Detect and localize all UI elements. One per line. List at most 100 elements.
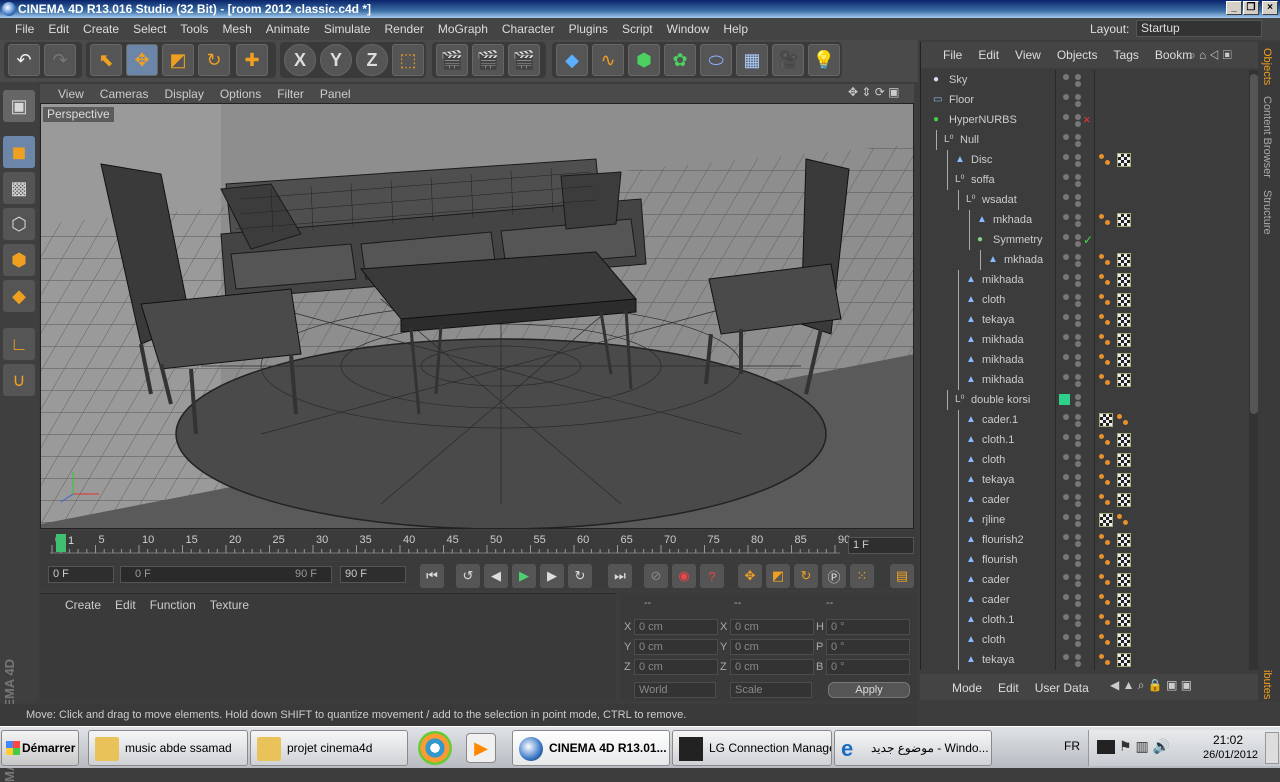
- editor-visibility-dot[interactable]: [1063, 214, 1069, 220]
- editor-visibility-dot[interactable]: [1063, 454, 1069, 460]
- object-name[interactable]: Disc: [971, 150, 992, 170]
- model-mode-icon[interactable]: ◼: [3, 136, 35, 168]
- texture-tag-icon[interactable]: [1117, 313, 1131, 327]
- object-name[interactable]: cloth.1: [982, 610, 1014, 630]
- object-row[interactable]: ▲ cloth.1: [921, 430, 1249, 450]
- coord-value-field[interactable]: 0 °: [826, 659, 910, 675]
- editor-visibility-dot[interactable]: [1063, 274, 1069, 280]
- render-visibility-dot[interactable]: [1075, 94, 1081, 100]
- render-visibility-dot[interactable]: [1075, 161, 1081, 167]
- render-visibility-dot[interactable]: [1075, 501, 1081, 507]
- render-settings-icon[interactable]: 🎬: [508, 44, 540, 76]
- object-manager-search-icon[interactable]: ⌕ ⌂ ◁ ▣: [1189, 48, 1232, 63]
- render-visibility-dot[interactable]: [1075, 461, 1081, 467]
- material-menu-edit[interactable]: Edit: [108, 596, 143, 614]
- texture-tag-icon[interactable]: [1117, 153, 1131, 167]
- viewport-menu-view[interactable]: View: [50, 87, 92, 101]
- object-row[interactable]: L⁰ soffa: [921, 170, 1249, 190]
- object-name[interactable]: tekaya: [982, 470, 1014, 490]
- render-picture-viewer-icon[interactable]: 🎬: [472, 44, 504, 76]
- render-visibility-dot[interactable]: [1075, 601, 1081, 607]
- render-visibility-dot[interactable]: [1075, 481, 1081, 487]
- cube-icon[interactable]: ◆: [556, 44, 588, 76]
- coord-value-field[interactable]: 0 cm: [634, 659, 718, 675]
- object-row[interactable]: ▲ cloth: [921, 450, 1249, 470]
- object-menu-file[interactable]: File: [935, 48, 970, 62]
- texture-tag-icon[interactable]: [1117, 373, 1131, 387]
- make-editable-icon[interactable]: ▣: [3, 90, 35, 122]
- object-name[interactable]: tekaya: [982, 310, 1014, 330]
- object-name[interactable]: cloth: [982, 450, 1005, 470]
- editor-visibility-dot[interactable]: [1063, 654, 1069, 660]
- array-icon[interactable]: ✿: [664, 44, 696, 76]
- render-visibility-dot[interactable]: [1075, 614, 1081, 620]
- task-browser-window[interactable]: e موضوع جديد - Windo...: [834, 730, 992, 766]
- render-visibility-dot[interactable]: [1075, 214, 1081, 220]
- maximize-button[interactable]: ❐: [1243, 1, 1259, 15]
- editor-visibility-dot[interactable]: [1063, 414, 1069, 420]
- phong-tag-icon[interactable]: [1099, 534, 1111, 546]
- tab-content-browser[interactable]: Content Browser: [1261, 96, 1273, 178]
- render-view-icon[interactable]: 🎬: [436, 44, 468, 76]
- render-visibility-dot[interactable]: [1075, 141, 1081, 147]
- task-projet-folder[interactable]: projet cinema4d: [250, 730, 408, 766]
- render-visibility-dot[interactable]: [1075, 414, 1081, 420]
- go-to-end-icon[interactable]: ⏭: [608, 564, 632, 588]
- render-visibility-dot[interactable]: [1075, 261, 1081, 267]
- timeline-icon[interactable]: ▤: [890, 564, 914, 588]
- menu-select[interactable]: Select: [126, 18, 173, 40]
- editor-visibility-dot[interactable]: [1063, 174, 1069, 180]
- render-visibility-dot[interactable]: [1075, 234, 1081, 240]
- phong-tag-icon[interactable]: [1099, 374, 1111, 386]
- texture-tag-icon[interactable]: [1117, 593, 1131, 607]
- coord-value-field[interactable]: 0 °: [826, 619, 910, 635]
- texture-tag-icon[interactable]: [1117, 433, 1131, 447]
- coord-value-field[interactable]: 0 cm: [730, 659, 814, 675]
- scale-icon[interactable]: ◩: [162, 44, 194, 76]
- next-key-icon[interactable]: ↻: [568, 564, 592, 588]
- render-visibility-dot[interactable]: [1075, 394, 1081, 400]
- autokey-icon[interactable]: ?: [700, 564, 724, 588]
- editor-visibility-dot[interactable]: [1063, 534, 1069, 540]
- viewport-menu-filter[interactable]: Filter: [269, 87, 312, 101]
- phong-tag-icon[interactable]: [1099, 594, 1111, 606]
- render-visibility-dot[interactable]: [1075, 134, 1081, 140]
- phong-tag-icon[interactable]: [1117, 514, 1129, 526]
- key-rotation-icon[interactable]: ↻: [794, 564, 818, 588]
- editor-visibility-dot[interactable]: [1063, 614, 1069, 620]
- attributes-menu-mode[interactable]: Mode: [944, 681, 990, 695]
- task-music-folder[interactable]: music abde ssamad: [88, 730, 248, 766]
- menu-simulate[interactable]: Simulate: [317, 18, 378, 40]
- phong-tag-icon[interactable]: [1099, 654, 1111, 666]
- coordinate-system-icon[interactable]: ⬚: [392, 44, 424, 76]
- snap-icon[interactable]: ∪: [3, 364, 35, 396]
- object-name[interactable]: flourish2: [982, 530, 1024, 550]
- texture-tag-icon[interactable]: [1117, 493, 1131, 507]
- coord-value-field[interactable]: 0 cm: [634, 619, 718, 635]
- attributes-menu-user-data[interactable]: User Data: [1027, 681, 1097, 695]
- texture-tag-icon[interactable]: [1117, 653, 1131, 667]
- texture-tag-icon[interactable]: [1117, 553, 1131, 567]
- rotate-icon[interactable]: ↻: [198, 44, 230, 76]
- menu-edit[interactable]: Edit: [41, 18, 76, 40]
- object-row[interactable]: ▲ Disc: [921, 150, 1249, 170]
- deformer-icon[interactable]: ⬭: [700, 44, 732, 76]
- render-visibility-dot[interactable]: [1075, 221, 1081, 227]
- object-row[interactable]: ▭ Floor: [921, 90, 1249, 110]
- object-row[interactable]: ▲ cader: [921, 590, 1249, 610]
- menu-tools[interactable]: Tools: [173, 18, 215, 40]
- live-select-icon[interactable]: ⬉: [90, 44, 122, 76]
- menu-render[interactable]: Render: [378, 18, 431, 40]
- render-visibility-dot[interactable]: [1075, 534, 1081, 540]
- object-name[interactable]: cader.1: [982, 410, 1018, 430]
- attributes-nav-icons[interactable]: ◀ ▲ ⌕ 🔒 ▣ ▣: [1110, 678, 1256, 696]
- task-lg-connection[interactable]: LG Connection Manager: [672, 730, 832, 766]
- object-name[interactable]: mikhada: [982, 370, 1024, 390]
- previous-key-icon[interactable]: ↺: [456, 564, 480, 588]
- object-row[interactable]: ● Sky: [921, 70, 1249, 90]
- timeline-ruler[interactable]: 051015202530354045505560657075808590 1 1…: [40, 531, 918, 561]
- tray-icons[interactable]: ⚑ ▥ 🔊: [1119, 738, 1170, 755]
- object-name[interactable]: Sky: [949, 70, 967, 90]
- edges-mode-icon[interactable]: ⬢: [3, 244, 35, 276]
- editor-visibility-dot[interactable]: [1063, 74, 1069, 80]
